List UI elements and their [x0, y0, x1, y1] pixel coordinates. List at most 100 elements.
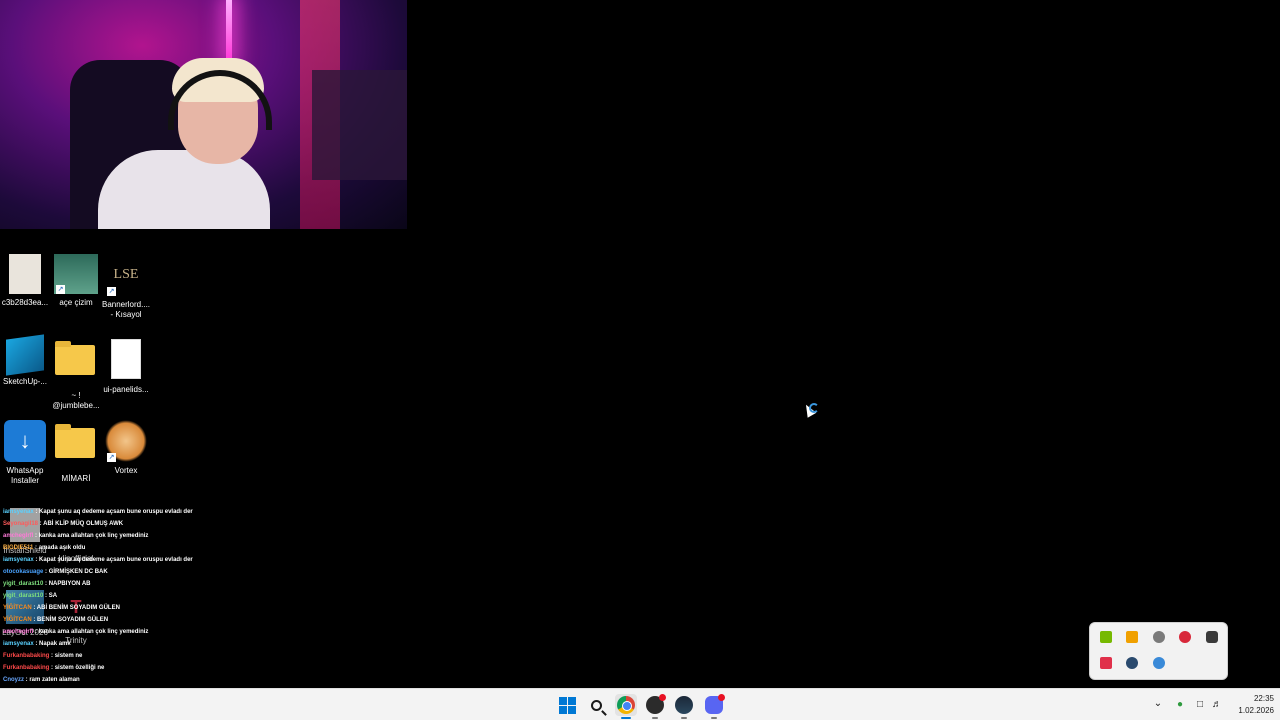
chat-text: Kapat şunu aq dedeme açsam bune oruspu e…	[39, 509, 193, 515]
desktop-icon-label: Vortex	[114, 466, 138, 475]
download-icon: ↓	[4, 420, 46, 462]
desktop-icon-label: ~ ! @jumblebe...	[52, 391, 100, 410]
chrome-icon[interactable]	[615, 694, 637, 719]
desktop: c3b28d3ea... ↗ açe çizim LSE ↗ Bannerlor…	[0, 0, 1280, 720]
chat-username: yigit_darast10	[3, 581, 44, 587]
clock-date: 1.02.2026	[1238, 706, 1274, 715]
chat-text: ram zaten alaman	[29, 677, 80, 683]
chat-username: yigit_darast10	[3, 593, 44, 599]
chat-username: Cnoyzz	[3, 677, 24, 683]
chat-message: YİĞİTCAN : BENİM SOYADIM GÜLEN	[3, 614, 303, 626]
desktop-icon-ace-cizim[interactable]: ↗ açe çizim	[51, 254, 101, 308]
chat-text: kanka ama allahtan çok linç yemediniz	[38, 629, 149, 635]
desktop-icon-vortex[interactable]: ↗ Vortex	[101, 420, 151, 476]
chat-username: Furkanbabaking	[3, 653, 50, 659]
desktop-icon-label: Bannerlord.... - Kısayol	[101, 300, 151, 319]
discord-icon[interactable]	[1153, 631, 1165, 643]
chat-message: otocokasuage : GİRMİŞKEN DC BAK	[3, 566, 303, 578]
shortcut-arrow-icon: ↗	[107, 453, 116, 462]
desktop-icon-label: c3b28d3ea...	[1, 298, 49, 307]
desktop-icon-jumblebe-folder[interactable]: ~ ! @jumblebe...	[51, 337, 101, 411]
desktop-icon-label: WhatsApp Installer	[6, 466, 44, 485]
chat-message: Furkanbabaking : sistem ne	[3, 650, 303, 662]
chat-message: Cnoyzz : ram zaten alaman	[3, 674, 303, 686]
shortcut-arrow-icon: ↗	[56, 285, 65, 294]
chat-text: Kapat şunu aq dedeme açsam bune oruspu e…	[39, 557, 193, 563]
chat-username: otocokasuage	[3, 569, 44, 575]
sketchup-icon	[6, 334, 44, 376]
chat-message: amcheglrfl : kanka ama allahtan çok linç…	[3, 626, 303, 638]
chat-username: Furkanbabaking	[3, 665, 50, 671]
image-file-icon	[9, 254, 41, 294]
file-icon	[105, 339, 147, 381]
streamer-body	[98, 150, 270, 229]
chat-text: sistem ne	[54, 653, 83, 659]
app-icon[interactable]	[1153, 657, 1165, 669]
chat-username: amcheglrfl	[3, 533, 34, 539]
chat-text: amada aşık oldu	[38, 545, 86, 551]
nvidia-icon[interactable]	[1100, 631, 1112, 643]
chat-username: BIGDIE511	[3, 545, 34, 551]
chat-text: NAPBIYON AB	[48, 581, 91, 587]
chat-message: BIGDIE511 : amada aşık oldu	[3, 542, 303, 554]
desktop-icon-bannerlord[interactable]: LSE ↗ Bannerlord.... - Kısayol	[101, 254, 151, 320]
chat-text: sistem özelliği ne	[54, 665, 105, 671]
image-shortcut-icon: ↗	[54, 254, 98, 294]
app-icon[interactable]	[1100, 657, 1112, 669]
webcam-overlay	[0, 0, 407, 229]
chat-message: YİĞİTCAN : ABİ BENİM SOYADIM GÜLEN	[3, 602, 303, 614]
clock-time: 22:35	[1253, 694, 1274, 703]
chat-text: GİRMİŞKEN DC BAK	[48, 569, 108, 575]
desktop-icon-ui-panelids[interactable]: ui-panelids...	[101, 337, 151, 395]
taskbar-clock[interactable]: 22:35 1.02.2026	[1224, 693, 1274, 717]
windows-start-icon[interactable]	[556, 694, 578, 716]
folder-icon	[55, 341, 97, 387]
app-icon[interactable]	[1206, 631, 1218, 643]
desktop-icon-whatsapp-installer[interactable]: ↓ WhatsApp Installer	[0, 420, 50, 486]
chat-message: Seyonagil18 : ABİ KLİP MÜQ OLMUŞ AWK	[3, 518, 303, 530]
chat-text: ABİ KLİP MÜQ OLMUŞ AWK	[43, 521, 124, 527]
chat-username: amcheglrfl	[3, 629, 34, 635]
steam-icon[interactable]	[673, 694, 695, 719]
busy-spinner-icon	[809, 403, 819, 413]
chat-message: Furkanbabaking : sistem özelliği ne	[3, 662, 303, 674]
chat-message: yigit_darast10 : NAPBIYON AB	[3, 578, 303, 590]
chat-message: iamsyenax : Kapat şunu aq dedeme açsam b…	[3, 554, 303, 566]
taskbar: ⌄ ● □ ♬ 22:35 1.02.2026	[0, 688, 1280, 720]
chat-username: YİĞİTCAN	[3, 617, 32, 623]
chat-text: kanka ama allahtan çok linç yemediniz	[38, 533, 149, 539]
vortex-icon: ↗	[105, 420, 147, 462]
chat-text: Napak amk	[39, 641, 71, 647]
desktop-icon-image-file[interactable]: c3b28d3ea...	[0, 254, 50, 308]
search-icon[interactable]	[585, 694, 607, 716]
discord-icon[interactable]	[703, 694, 725, 719]
background-monitor	[312, 70, 407, 180]
folder-icon	[55, 424, 97, 470]
desktop-icon-label: MİMARİ	[61, 474, 91, 483]
chevron-up-icon[interactable]: ⌄	[1152, 698, 1164, 710]
chat-username: YİĞİTCAN	[3, 605, 32, 611]
app-icon[interactable]	[1126, 631, 1138, 643]
desktop-icon-sketchup[interactable]: SketchUp-...	[0, 334, 50, 387]
obs-icon[interactable]	[644, 694, 666, 719]
chat-text: BENİM SOYADIM GÜLEN	[37, 617, 109, 623]
chat-message: yigit_darast10 : SA	[3, 590, 303, 602]
steam-icon[interactable]	[1126, 657, 1138, 669]
chat-username: Seyonagil18	[3, 521, 39, 527]
chat-username: iamsyenax	[3, 509, 34, 515]
desktop-icon-mimari-folder[interactable]: MİMARİ	[51, 420, 101, 484]
app-icon[interactable]	[1179, 631, 1191, 643]
chat-username: iamsyenax	[3, 641, 34, 647]
chat-message: iamsyenax : Napak amk	[3, 638, 303, 650]
chat-message: amcheglrfl : kanka ama allahtan çok linç…	[3, 530, 303, 542]
chat-message: iamsyenax : Kapat şunu aq dedeme açsam b…	[3, 506, 303, 518]
volume-icon[interactable]: ♬	[1210, 698, 1224, 712]
chat-text: ABİ BENİM SOYADIM GÜLEN	[36, 605, 120, 611]
tray-overflow-flyout	[1089, 622, 1228, 680]
desktop-icon-label: SketchUp-...	[2, 377, 47, 386]
microphone-icon[interactable]: ●	[1173, 698, 1187, 712]
chat-text: SA	[48, 593, 58, 599]
network-icon[interactable]: □	[1193, 698, 1207, 712]
shortcut-arrow-icon: ↗	[107, 287, 116, 296]
neon-light	[226, 0, 232, 60]
